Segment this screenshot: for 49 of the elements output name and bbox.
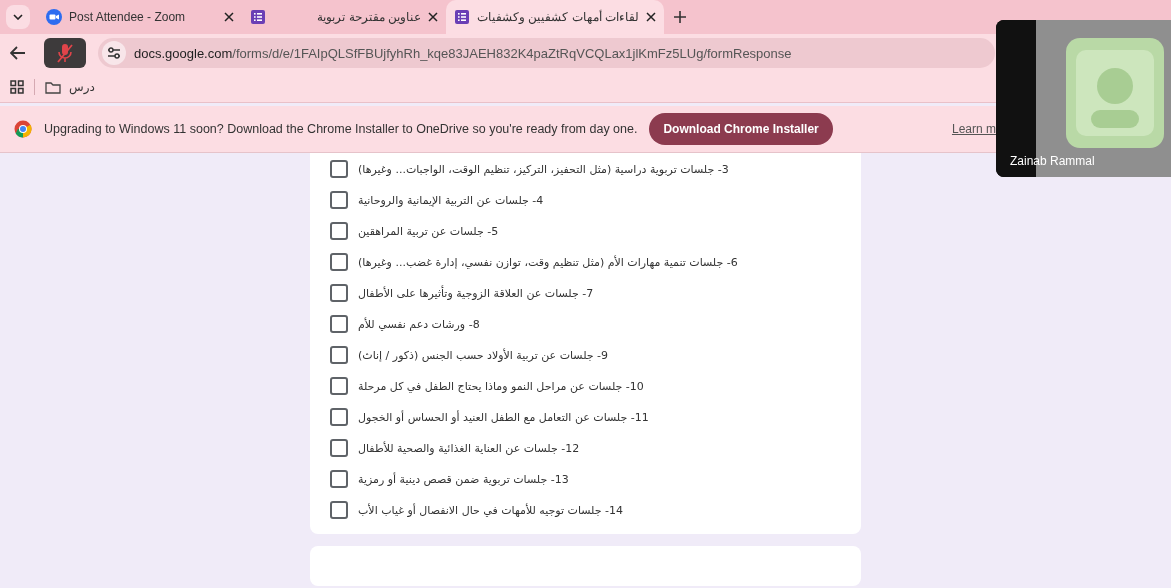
participant-name: Zainab Rammal bbox=[1010, 154, 1095, 168]
mute-button[interactable] bbox=[44, 38, 86, 68]
checkbox[interactable] bbox=[330, 470, 348, 488]
checkbox[interactable] bbox=[330, 253, 348, 271]
option-label: 7- جلسات عن العلاقة الزوجية وتأثيرها على الأطفال bbox=[358, 286, 594, 300]
checkbox[interactable] bbox=[330, 284, 348, 302]
checkbox[interactable] bbox=[330, 222, 348, 240]
form-icon bbox=[250, 9, 266, 25]
browser-tab[interactable]: Post Attendee - Zoom bbox=[38, 0, 242, 34]
option-label: 14- جلسات توجيه للأمهات في حال الانفصال أو غياب الأب bbox=[358, 503, 623, 517]
browser-tab[interactable]: لقاءات أمهات كشفيين وكشفيات bbox=[446, 0, 664, 34]
checkbox[interactable] bbox=[330, 315, 348, 333]
option-label: 13- جلسات تربوية ضمن قصص دينية أو رمزية bbox=[358, 472, 569, 486]
checkbox[interactable] bbox=[330, 160, 348, 178]
browser-tab[interactable]: عناوين مقترحة تربوية bbox=[242, 0, 446, 34]
option-label: 5- جلسات عن تربية المراهقين bbox=[358, 224, 499, 238]
checkbox[interactable] bbox=[330, 501, 348, 519]
site-settings-icon[interactable] bbox=[102, 41, 126, 65]
infobar-message: Upgrading to Windows 11 soon? Download the Chrome Installer to OneDrive so you're ready from day one. bbox=[44, 122, 638, 136]
close-icon bbox=[428, 12, 438, 22]
close-icon bbox=[646, 12, 656, 22]
option-label: 3- جلسات تربوية دراسية (مثل التحفيز، التركيز، تنظيم الوقت، الواجبات... وغيرها) bbox=[358, 162, 729, 176]
back-arrow-icon[interactable] bbox=[10, 46, 26, 60]
checkbox[interactable] bbox=[330, 346, 348, 364]
new-tab-icon[interactable] bbox=[674, 10, 686, 23]
download-button[interactable]: Download Chrome Installer bbox=[649, 113, 833, 145]
checkbox[interactable] bbox=[330, 439, 348, 457]
address-bar[interactable]: docs.google.com/forms/d/e/1FAIpQLSfFBUjfyhRh_kqe83JAEH832K4paZtRqVCQLax1jlKmFz5LUg/formResponse bbox=[98, 38, 995, 68]
option-label: 6- جلسات تنمية مهارات الأم (مثل تنظيم وقت، توازن نفسي، إدارة غضب... وغيرها) bbox=[358, 255, 738, 269]
option-label: 8- ورشات دعم نفسي للأم bbox=[358, 317, 480, 331]
option-label: 11- جلسات عن التعامل مع الطفل العنيد أو الحساس أو الخجول bbox=[358, 410, 649, 424]
option-label: 12- جلسات عن العناية الغذائية والصحية للأطفال bbox=[358, 441, 580, 455]
form-icon bbox=[454, 9, 470, 25]
chevron-down-icon bbox=[13, 14, 23, 20]
close-icon bbox=[224, 12, 234, 22]
chrome-logo-icon bbox=[14, 120, 32, 138]
video-camera-icon bbox=[46, 9, 62, 25]
muted-microphone-icon bbox=[56, 43, 74, 63]
apps-grid-icon[interactable] bbox=[10, 80, 24, 94]
folder-icon bbox=[45, 80, 61, 94]
learn-more-link[interactable]: Learn m bbox=[951, 122, 996, 136]
option-label: 10- جلسات عن مراحل النمو وماذا يحتاج الطفل في كل مرحلة bbox=[358, 379, 644, 393]
checkbox[interactable] bbox=[330, 191, 348, 209]
checkbox[interactable] bbox=[330, 377, 348, 395]
option-label: 4- جلسات عن التربية الإيمانية والروحانية bbox=[358, 193, 544, 207]
tab-list-button[interactable] bbox=[6, 5, 30, 29]
option-label: 9- جلسات عن تربية الأولاد حسب الجنس (ذكور / إناث) bbox=[358, 348, 609, 362]
bookmark-link[interactable]: درس bbox=[69, 80, 95, 94]
checkbox[interactable] bbox=[330, 408, 348, 426]
